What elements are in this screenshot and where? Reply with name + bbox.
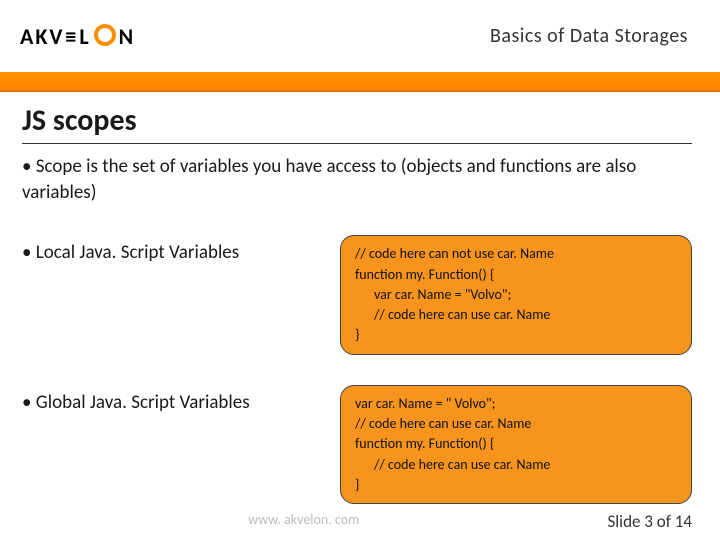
code-line: } xyxy=(355,475,677,495)
logo-ring-icon xyxy=(94,24,116,46)
bullet-local-label: Local Java. Script Variables xyxy=(22,235,322,264)
code-line: function my. Function() { xyxy=(355,434,677,454)
code-line: var car. Name = " Volvo"; xyxy=(355,394,677,414)
code-line: // code here can use car. Name xyxy=(355,455,677,475)
bullet-marker-icon xyxy=(22,241,36,264)
slide-content: JS scopes Scope is the set of variables … xyxy=(0,92,720,504)
bullet-marker-icon xyxy=(22,391,36,414)
local-variables-label: Local Java. Script Variables xyxy=(36,241,239,264)
code-line: // code here can use car. Name xyxy=(355,305,677,325)
company-logo: AKV≡LN xyxy=(20,23,135,50)
logo-text-pre: AKV xyxy=(20,23,64,50)
code-box-global: var car. Name = " Volvo"; // code here c… xyxy=(340,385,692,504)
accent-bar xyxy=(0,72,720,92)
presentation-title: Basics of Data Storages xyxy=(490,24,688,48)
code-line: // code here can use car. Name xyxy=(355,414,677,434)
bullet-global-label: Global Java. Script Variables xyxy=(22,385,322,414)
bullet-global-row: Global Java. Script Variables var car. N… xyxy=(22,385,692,504)
header-bar: AKV≡LN Basics of Data Storages xyxy=(0,0,720,72)
page-number: Slide 3 of 14 xyxy=(607,511,692,532)
logo-text-post: N xyxy=(119,23,136,50)
code-line: function my. Function() { xyxy=(355,265,677,285)
slide-footer: www. akvelon. com Slide 3 of 14 xyxy=(0,511,720,532)
intro-bullet: Scope is the set of variables you have a… xyxy=(22,154,692,205)
bullet-local-row: Local Java. Script Variables // code her… xyxy=(22,235,692,354)
code-line: } xyxy=(355,325,677,345)
logo-text-mid: L xyxy=(79,23,90,50)
code-box-local: // code here can not use car. Name funct… xyxy=(340,235,692,354)
intro-text: Scope is the set of variables you have a… xyxy=(22,155,636,204)
bullet-marker-icon xyxy=(22,155,36,178)
footer-url: www. akvelon. com xyxy=(0,511,607,532)
slide-title: JS scopes xyxy=(22,102,692,144)
code-line: // code here can not use car. Name xyxy=(355,244,677,264)
global-variables-label: Global Java. Script Variables xyxy=(36,391,250,414)
code-line: var car. Name = "Volvo"; xyxy=(355,285,677,305)
